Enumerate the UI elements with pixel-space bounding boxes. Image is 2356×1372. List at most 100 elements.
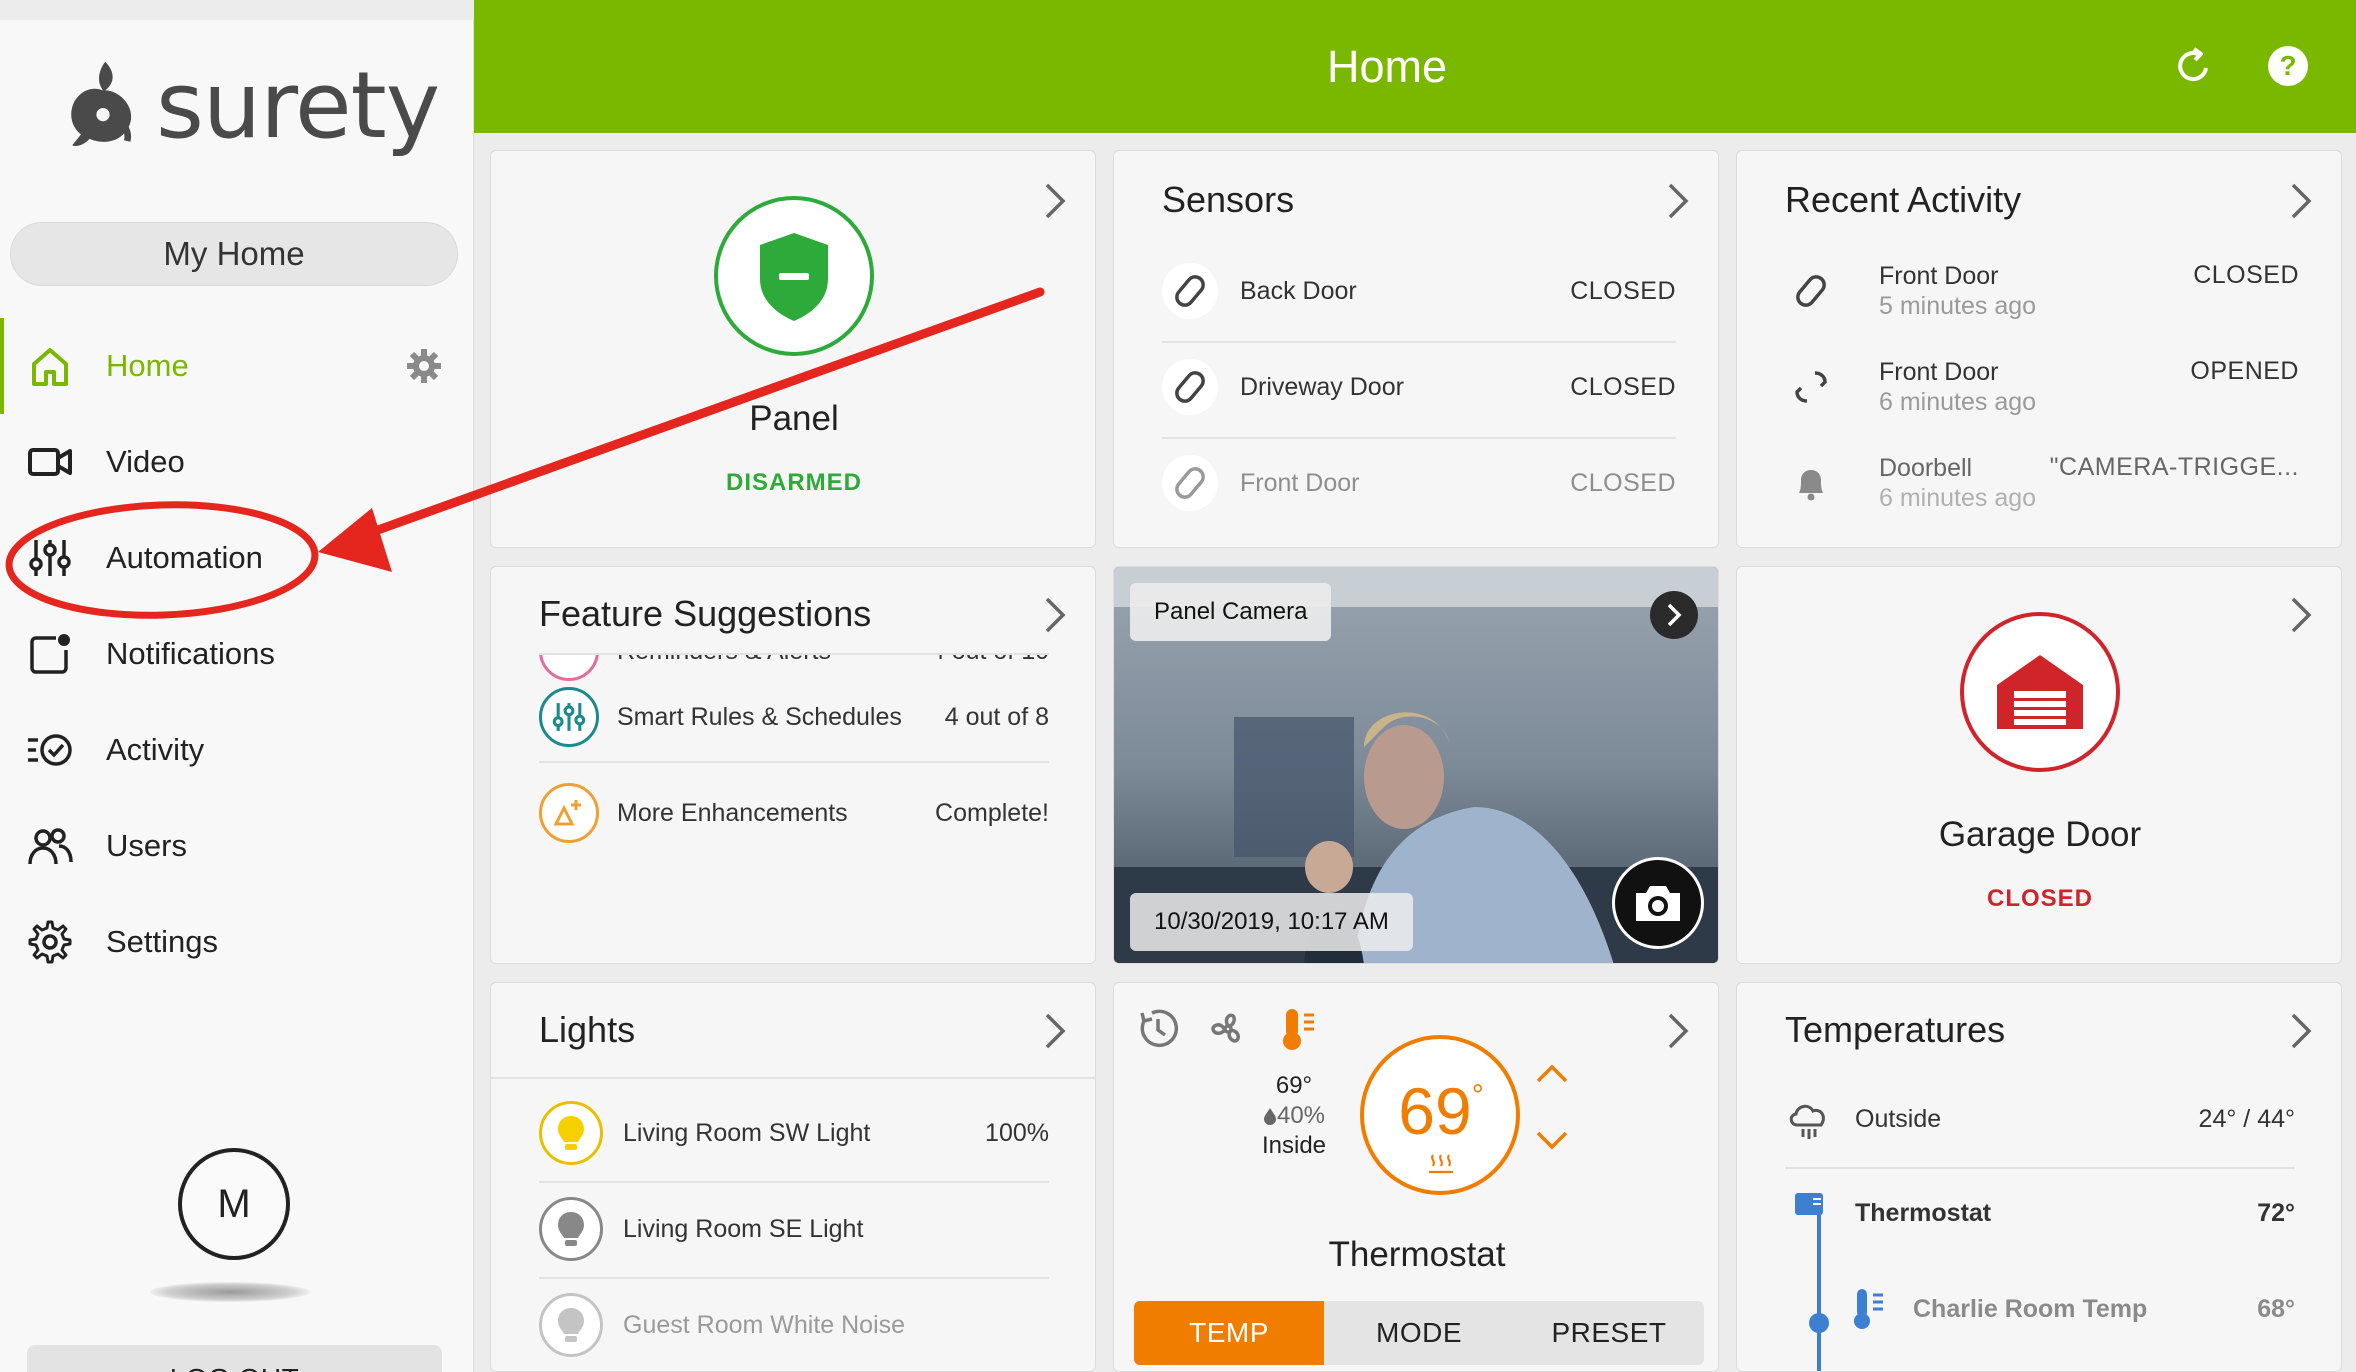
chevron-up-icon[interactable] xyxy=(1534,1061,1570,1085)
sensor-name: Back Door xyxy=(1240,276,1357,305)
recent-activity-card[interactable]: Recent Activity Front Door 5 minutes ago… xyxy=(1736,150,2342,548)
sidebar-item-home[interactable]: Home xyxy=(0,318,474,414)
activity-time: 6 minutes ago xyxy=(1879,484,2037,512)
sensors-card[interactable]: Sensors Back Door CLOSED Driveway Door C… xyxy=(1113,150,1719,548)
setpoint-readout: 69° xyxy=(1364,1073,1518,1149)
chevron-right-icon[interactable] xyxy=(2285,1011,2315,1051)
chevron-right-icon[interactable] xyxy=(1662,181,1692,221)
top-header: Home ? xyxy=(474,0,2356,133)
bell-reminder-icon xyxy=(539,653,599,681)
temperature-row[interactable]: Thermostat 72° xyxy=(1785,1189,2295,1237)
shield-icon xyxy=(714,196,874,356)
light-row[interactable]: Living Room SW Light 100% xyxy=(539,1101,1049,1165)
thermostat-card[interactable]: 69° 40% Inside 69° Thermostat TEMP MODE … xyxy=(1113,982,1719,1372)
activity-name: Doorbell xyxy=(1879,454,1973,482)
tab-temp[interactable]: TEMP xyxy=(1134,1301,1324,1365)
lights-card[interactable]: Lights Living Room SW Light 100% Living … xyxy=(490,982,1096,1372)
sliders-icon xyxy=(24,532,76,584)
garage-door-card[interactable]: Garage Door CLOSED xyxy=(1736,566,2342,964)
help-icon[interactable]: ? xyxy=(2262,40,2314,92)
sidebar-item-settings[interactable]: Settings xyxy=(0,894,474,990)
suggestion-row[interactable]: Smart Rules & Schedules 4 out of 8 xyxy=(539,685,1049,749)
sensor-row[interactable]: Front Door CLOSED xyxy=(1162,455,1676,511)
sparkle-icon xyxy=(539,783,599,843)
refresh-icon[interactable] xyxy=(2168,40,2220,92)
location-selector[interactable]: My Home xyxy=(10,222,458,286)
camera-snapshot-icon[interactable] xyxy=(1612,857,1704,949)
page-title: Home xyxy=(1326,40,1448,92)
schedule-icon[interactable] xyxy=(1136,1007,1180,1051)
home-icon xyxy=(24,340,76,392)
avatar[interactable]: M xyxy=(178,1148,290,1260)
home-settings-gear-icon[interactable] xyxy=(404,346,444,386)
surety-logo-icon xyxy=(71,61,132,146)
temperatures-title: Temperatures xyxy=(1785,1009,2006,1050)
sidebar-item-activity[interactable]: Activity xyxy=(0,702,474,798)
tab-preset[interactable]: PRESET xyxy=(1514,1301,1704,1365)
divider xyxy=(1785,1167,2295,1169)
sensors-title: Sensors xyxy=(1162,179,1295,220)
humidity-value: 40% xyxy=(1276,1102,1326,1129)
chevron-right-icon[interactable] xyxy=(1662,1011,1692,1051)
panel-card[interactable]: Panel DISARMED xyxy=(490,150,1096,548)
chevron-right-icon[interactable] xyxy=(1039,1011,1069,1051)
temperatures-card[interactable]: Temperatures Outside 24° / 44° Thermosta… xyxy=(1736,982,2342,1372)
svg-text:?: ? xyxy=(2279,50,2296,81)
activity-row[interactable]: Doorbell 6 minutes ago "CAMERA-TRIGGE... xyxy=(1785,453,2299,513)
sidebar-item-label: Settings xyxy=(106,924,219,959)
temperature-value: 24° / 44° xyxy=(2198,1104,2295,1133)
surety-logo[interactable]: surety xyxy=(48,38,448,178)
bulb-off-icon xyxy=(539,1197,603,1261)
chevron-right-icon[interactable] xyxy=(1039,181,1069,221)
sidebar-item-video[interactable]: Video xyxy=(0,414,474,510)
sidebar-item-users[interactable]: Users xyxy=(0,798,474,894)
temperature-icon[interactable] xyxy=(1276,1005,1320,1053)
setpoint-dial[interactable]: 69° xyxy=(1360,1035,1520,1195)
sidebar-item-label: Activity xyxy=(106,732,205,767)
sidebar-item-label: Notifications xyxy=(106,636,275,671)
panel-title: Panel xyxy=(749,399,839,438)
sensor-name: Driveway Door xyxy=(1240,372,1404,401)
feature-suggestions-card[interactable]: Feature Suggestions Reminders & Alerts 4… xyxy=(490,566,1096,964)
divider xyxy=(539,653,1049,655)
sensor-row[interactable]: Driveway Door CLOSED xyxy=(1162,359,1676,415)
light-value: 100% xyxy=(985,1118,1049,1147)
camera-card[interactable]: Panel Camera 10/30/2019, 10:17 AM xyxy=(1113,566,1719,964)
suggestion-list: Reminders & Alerts 4 out of 10 Smart Rul… xyxy=(491,653,1095,963)
chevron-down-icon[interactable] xyxy=(1534,1129,1570,1153)
sidebar-item-notifications[interactable]: Notifications xyxy=(0,606,474,702)
logout-button[interactable]: LOG OUT xyxy=(27,1345,442,1372)
sidebar-item-label: Video xyxy=(106,444,185,479)
light-name: Guest Room White Noise xyxy=(623,1310,906,1339)
bulb-off-icon xyxy=(539,1293,603,1357)
light-row[interactable]: Guest Room White Noise xyxy=(539,1293,1049,1357)
suggestion-row[interactable]: Reminders & Alerts 4 out of 10 xyxy=(539,653,1049,683)
notification-icon xyxy=(24,628,76,680)
activity-row[interactable]: Front Door 5 minutes ago CLOSED xyxy=(1785,261,2299,321)
tab-mode[interactable]: MODE xyxy=(1324,1301,1514,1365)
fan-icon[interactable] xyxy=(1206,1007,1250,1051)
chevron-right-icon[interactable] xyxy=(1039,595,1069,635)
door-sensor-icon xyxy=(1162,359,1218,415)
chevron-right-icon[interactable] xyxy=(1650,591,1698,639)
suggestion-name: Smart Rules & Schedules xyxy=(617,702,902,731)
divider xyxy=(539,1181,1049,1183)
camera-name-badge: Panel Camera xyxy=(1130,583,1332,641)
door-closed-icon xyxy=(1785,265,1837,317)
suggestion-row[interactable]: More Enhancements Complete! xyxy=(539,781,1049,845)
light-row[interactable]: Living Room SE Light xyxy=(539,1197,1049,1261)
panel-status: DISARMED xyxy=(725,469,862,496)
activity-row[interactable]: Front Door 6 minutes ago OPENED xyxy=(1785,357,2299,417)
inside-label: Inside xyxy=(1261,1132,1327,1159)
temperature-row[interactable]: Charlie Room Temp 68° xyxy=(1849,1285,2295,1333)
sensor-row[interactable]: Back Door CLOSED xyxy=(1162,263,1676,319)
temperature-row[interactable]: Outside 24° / 44° xyxy=(1785,1095,2295,1143)
activity-name: Front Door xyxy=(1879,358,1999,386)
activity-icon xyxy=(24,724,76,776)
sidebar-item-automation[interactable]: Automation xyxy=(0,510,474,606)
garage-status: CLOSED xyxy=(1986,885,2093,912)
video-icon xyxy=(24,436,76,488)
chevron-right-icon[interactable] xyxy=(2285,595,2315,635)
activity-state: CLOSED xyxy=(2193,261,2299,289)
chevron-right-icon[interactable] xyxy=(2285,181,2315,221)
